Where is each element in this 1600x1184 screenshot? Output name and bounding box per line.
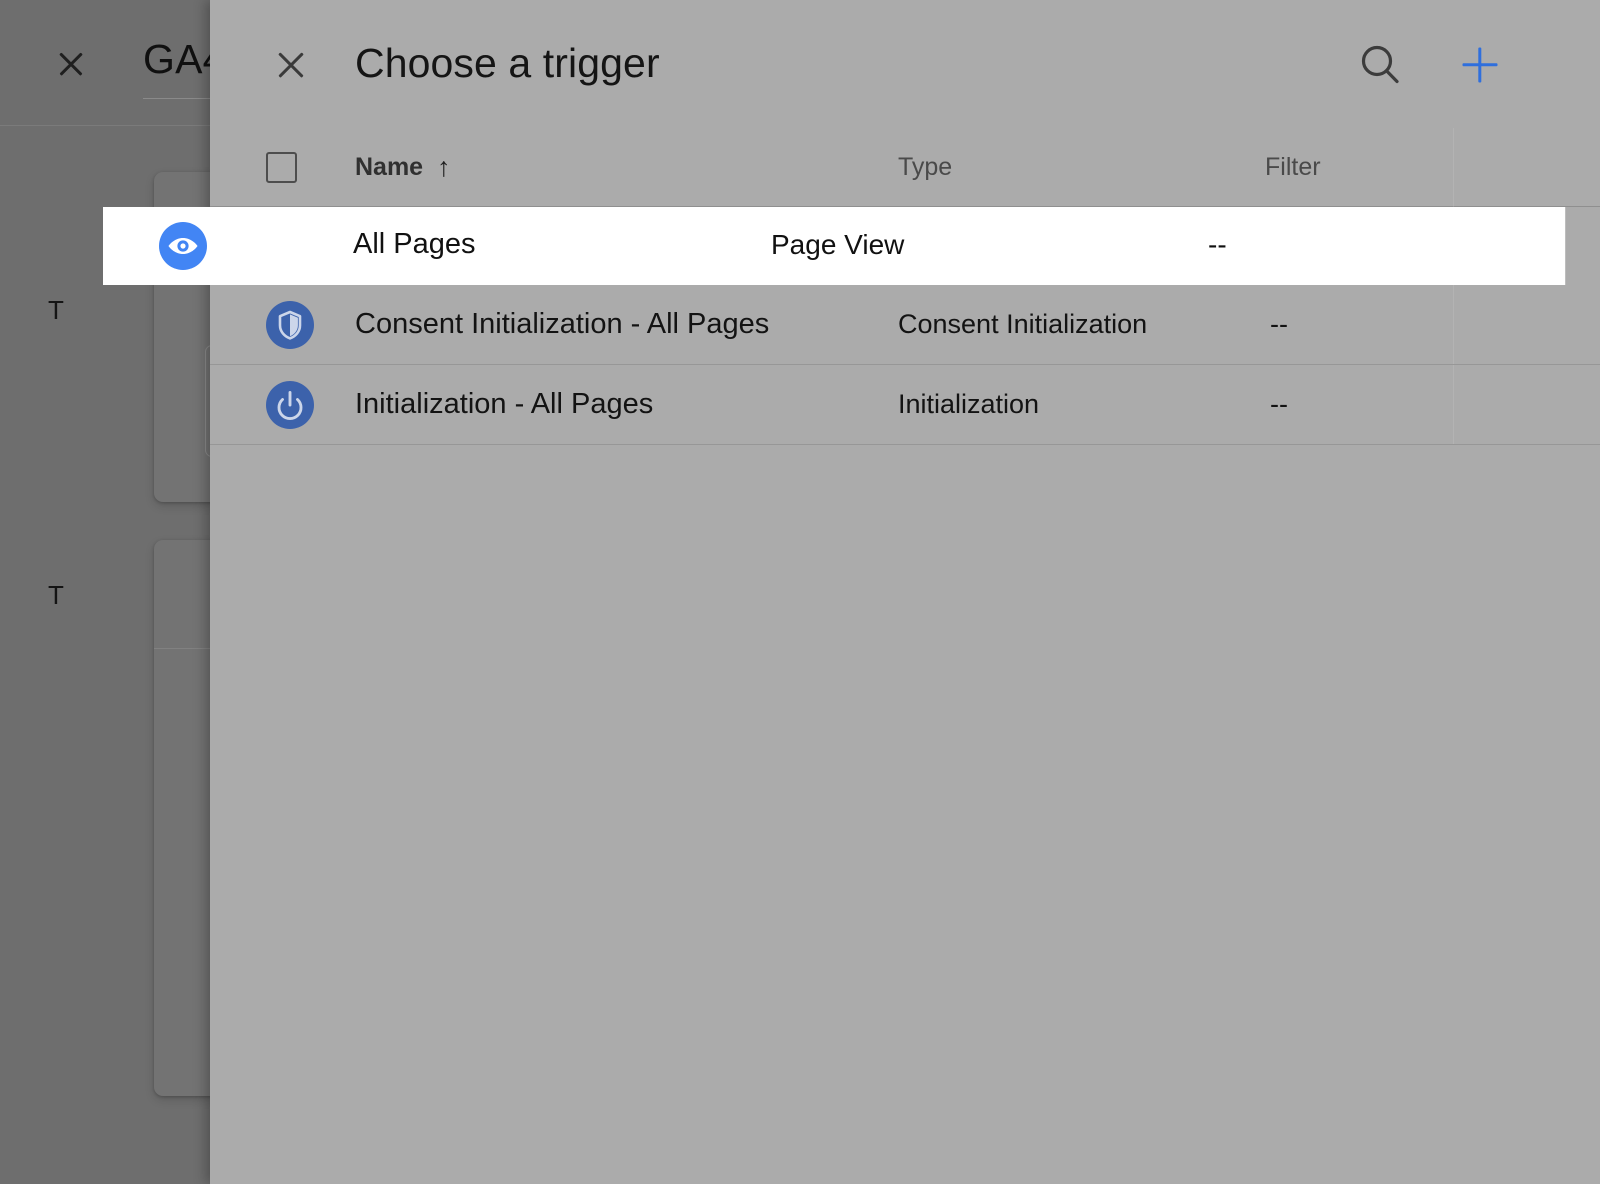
column-header-filter[interactable]: Filter [1265, 153, 1321, 182]
background-card2-label: T [48, 580, 64, 611]
trigger-name: Consent Initialization - All Pages [355, 308, 769, 341]
background-card-label: T [48, 295, 64, 326]
trigger-type: Consent Initialization [898, 309, 1147, 340]
choose-trigger-panel: Choose a trigger Name ↑ Type Filter Cons… [210, 0, 1600, 1184]
row-divider [210, 444, 1600, 445]
trigger-type: Page View [771, 229, 904, 261]
shield-icon [266, 301, 314, 349]
trigger-type: Initialization [898, 389, 1039, 420]
column-header-type[interactable]: Type [898, 153, 952, 182]
sort-ascending-icon: ↑ [437, 154, 451, 181]
table-header: Name ↑ Type Filter [210, 128, 1600, 207]
table-row[interactable]: Consent Initialization - All Pages Conse… [210, 286, 1600, 365]
trigger-name: All Pages [353, 228, 476, 261]
trigger-filter: -- [1208, 229, 1227, 261]
selected-row-edge [1565, 207, 1566, 285]
panel-title: Choose a trigger [355, 40, 660, 87]
background-close-icon[interactable] [50, 43, 92, 85]
trigger-filter: -- [1270, 309, 1288, 340]
power-icon [266, 381, 314, 429]
select-all-checkbox[interactable] [266, 152, 297, 183]
table-row-selected[interactable]: All Pages Page View -- [103, 207, 1565, 285]
table-row[interactable]: Initialization - All Pages Initializatio… [210, 366, 1600, 445]
eye-icon [159, 222, 207, 270]
plus-icon[interactable] [1453, 38, 1507, 92]
column-header-name-label: Name [355, 153, 423, 182]
panel-header: Choose a trigger [210, 0, 1600, 128]
column-header-name[interactable]: Name ↑ [355, 153, 451, 182]
trigger-filter: -- [1270, 389, 1288, 420]
search-icon[interactable] [1353, 38, 1407, 92]
close-icon[interactable] [268, 42, 314, 88]
trigger-name: Initialization - All Pages [355, 388, 653, 421]
row-divider [210, 364, 1600, 365]
